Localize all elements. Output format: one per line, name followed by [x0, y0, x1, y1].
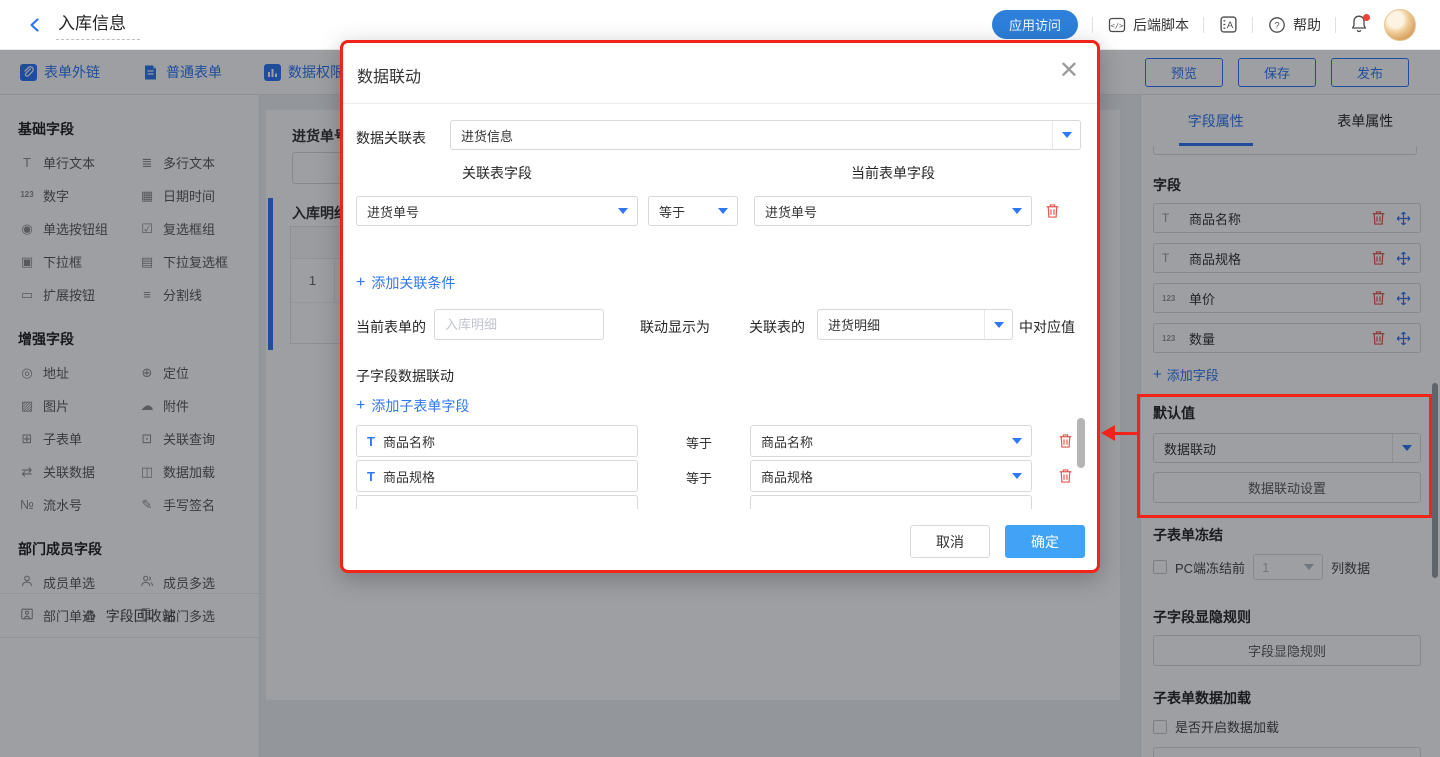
separator — [1203, 17, 1204, 33]
left-column-header: 关联表字段 — [356, 163, 638, 183]
subfield-section-title: 子字段数据联动 — [356, 366, 454, 386]
chevron-down-icon — [1012, 473, 1022, 479]
subfield-target-select[interactable]: 商品规格 — [750, 460, 1032, 492]
data-linkage-modal: 数据联动 ✕ 数据关联表 进货信息 关联表字段 当前表单字段 进货单号 等于 进… — [340, 40, 1100, 573]
display-suffix-label: 中对应值 — [1019, 317, 1075, 337]
modal-title: 数据联动 — [357, 63, 421, 87]
condition-operator-value: 等于 — [659, 202, 685, 221]
delete-subfield-trash-icon[interactable] — [1056, 432, 1074, 450]
chevron-down-icon — [1012, 208, 1022, 214]
truncated-box — [750, 495, 1032, 509]
cancel-button[interactable]: 取消 — [910, 525, 990, 558]
separator — [1092, 17, 1093, 33]
delete-condition-trash-icon[interactable] — [1043, 202, 1061, 220]
separator — [1335, 17, 1336, 33]
truncated-box — [356, 495, 638, 509]
link-table-value: 进货信息 — [461, 126, 513, 145]
right-column-header: 当前表单字段 — [754, 163, 1032, 183]
subfield-source-box[interactable]: T 商品名称 — [356, 425, 638, 457]
form-designer-screen: 入库信息 应用访问 </> 后端脚本 A ? 帮助 — [0, 0, 1440, 757]
text-field-icon: T — [367, 469, 375, 484]
chevron-down-icon — [984, 310, 1012, 339]
related-subform-select[interactable]: 进货明细 — [817, 309, 1013, 340]
notification-dot — [1363, 14, 1370, 21]
topbar-right-cluster: 应用访问 </> 后端脚本 A ? 帮助 — [992, 9, 1440, 41]
chevron-down-icon — [1012, 438, 1022, 444]
subfield-operator-label: 等于 — [686, 433, 712, 452]
help-label: 帮助 — [1293, 15, 1321, 35]
svg-text:A: A — [1226, 20, 1233, 31]
subfield-row-partial — [356, 495, 1084, 509]
target-subform-input[interactable] — [434, 309, 604, 340]
subfield-source-box[interactable]: T 商品规格 — [356, 460, 638, 492]
backend-script-button[interactable]: </> 后端脚本 — [1107, 15, 1189, 35]
code-icon: </> — [1107, 15, 1127, 35]
chevron-down-icon — [1052, 121, 1080, 149]
subfield-target-select[interactable]: 商品名称 — [750, 425, 1032, 457]
condition-right-select[interactable]: 进货单号 — [754, 196, 1032, 226]
chevron-down-icon — [718, 208, 728, 214]
condition-right-value: 进货单号 — [765, 202, 817, 221]
display-middle-label: 联动显示为 — [640, 317, 710, 337]
add-condition-link[interactable]: + 添加关联条件 — [356, 273, 455, 293]
subfield-source-label: 商品名称 — [383, 432, 435, 451]
back-icon[interactable] — [24, 14, 46, 36]
chevron-down-icon — [618, 208, 628, 214]
link-table-label: 数据关联表 — [356, 128, 426, 148]
link-table-select[interactable]: 进货信息 — [450, 120, 1081, 150]
related-table-label: 关联表的 — [749, 317, 805, 337]
subfield-operator-label: 等于 — [686, 468, 712, 487]
glossary-icon[interactable]: A — [1218, 15, 1238, 35]
help-button[interactable]: ? 帮助 — [1267, 15, 1321, 35]
svg-text:?: ? — [1274, 20, 1279, 31]
add-condition-label: 添加关联条件 — [371, 273, 455, 293]
subfield-mapping-row: T 商品规格 等于 商品规格 — [356, 460, 1084, 492]
confirm-button[interactable]: 确定 — [1005, 525, 1085, 558]
subfield-target-value: 商品规格 — [761, 467, 813, 486]
plus-icon: + — [356, 397, 365, 415]
notification-bell-icon[interactable] — [1350, 14, 1370, 36]
subfield-mapping-row: T 商品名称 等于 商品名称 — [356, 425, 1084, 457]
text-field-icon: T — [367, 434, 375, 449]
user-avatar[interactable] — [1384, 9, 1416, 41]
modal-header-divider — [343, 103, 1097, 104]
separator — [1252, 17, 1253, 33]
delete-subfield-trash-icon[interactable] — [1056, 467, 1074, 485]
app-access-button[interactable]: 应用访问 — [992, 10, 1078, 39]
add-subfield-label: 添加子表单字段 — [371, 396, 469, 416]
subfield-mapping-list: T商品名称等于商品名称T商品规格等于商品规格 — [356, 425, 1084, 509]
modal-scrollbar-thumb[interactable] — [1077, 418, 1085, 468]
help-circle-icon: ? — [1267, 15, 1287, 35]
svg-text:</>: </> — [1111, 22, 1124, 30]
display-prefix-label: 当前表单的 — [356, 317, 426, 337]
related-subform-value: 进货明细 — [828, 315, 880, 334]
condition-left-select[interactable]: 进货单号 — [356, 196, 638, 226]
plus-icon: + — [356, 274, 365, 292]
condition-left-value: 进货单号 — [367, 202, 419, 221]
add-subfield-link[interactable]: + 添加子表单字段 — [356, 396, 469, 416]
subfield-source-label: 商品规格 — [383, 467, 435, 486]
close-icon[interactable]: ✕ — [1059, 59, 1079, 83]
page-title: 入库信息 — [56, 9, 140, 40]
condition-operator-select[interactable]: 等于 — [648, 196, 738, 226]
backend-script-label: 后端脚本 — [1133, 15, 1189, 35]
subfield-target-value: 商品名称 — [761, 432, 813, 451]
